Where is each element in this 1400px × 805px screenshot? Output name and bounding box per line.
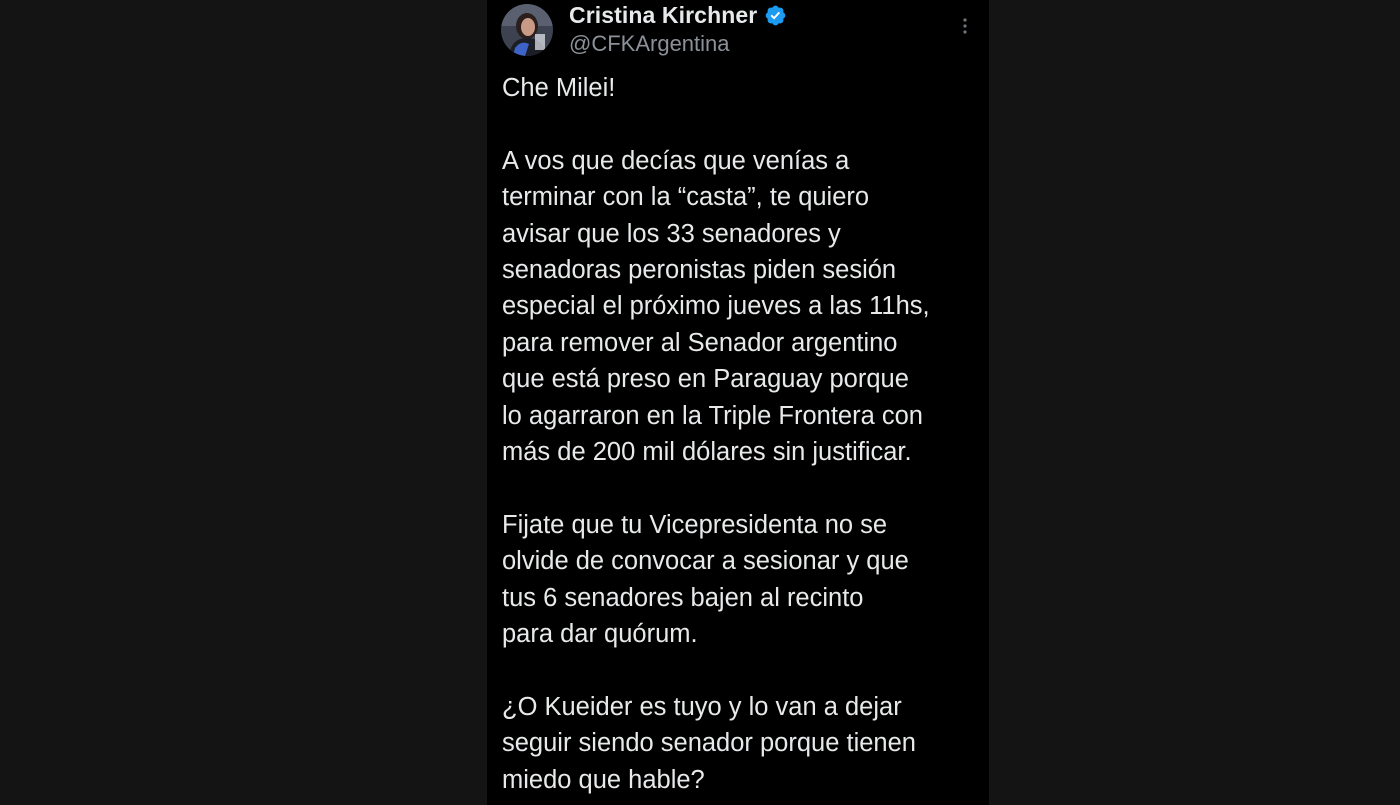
post-text-line: avisar que los 33 senadores y	[502, 219, 841, 248]
author-display-name[interactable]: Cristina Kirchner	[569, 2, 757, 29]
post-text-line: miedo que hable?	[502, 765, 705, 794]
more-options-icon[interactable]	[957, 14, 973, 38]
post-text-line: A vos que decías que venías a	[502, 146, 850, 175]
author-handle[interactable]: @CFKArgentina	[569, 31, 730, 57]
post-text-line: terminar con la “casta”, te quiero	[502, 183, 870, 212]
post-body: Che Milei! A vos que decías que venías a t…	[502, 70, 982, 805]
post-text-line: lo agarraron en la Triple Frontera con	[502, 401, 923, 430]
post-text-line: más de 200 mil dólares sin justificar.	[502, 438, 912, 467]
post-text-line: para remover al Senador argentino	[502, 328, 898, 357]
post-card: Cristina Kirchner @CFKArgentina Che Mile…	[487, 0, 989, 805]
post-text-line: seguir siendo senador porque tienen	[502, 729, 916, 758]
post-text-line: Fijate que tu Vicepresidenta no se	[502, 510, 888, 539]
post-paragraph: A vos que decías que venías a terminar co…	[502, 143, 982, 471]
post-text-line: Che Milei!	[502, 74, 616, 102]
post-text-line: tus 6 senadores bajen al recinto	[502, 583, 864, 612]
verified-badge-icon	[764, 4, 787, 27]
avatar[interactable]	[501, 4, 553, 56]
post-text-line: especial el próximo jueves a las 11hs,	[502, 292, 930, 321]
post-text-line: ¿O Kueider es tuyo y lo van a dejar	[502, 692, 902, 721]
post-text-line: olvide de convocar a sesionar y que	[502, 547, 909, 576]
screen: Cristina Kirchner @CFKArgentina Che Mile…	[0, 0, 1400, 805]
post-text-line: para dar quórum.	[502, 620, 698, 649]
post-paragraph: Che Milei!	[502, 70, 982, 106]
post-paragraph: ¿O Kueider es tuyo y lo van a dejar segui…	[502, 689, 982, 798]
author-name-row: Cristina Kirchner	[569, 1, 787, 29]
post-paragraph: Fijate que tu Vicepresidenta no se olvide…	[502, 507, 982, 653]
post-text-line: que está preso en Paraguay porque	[502, 365, 909, 394]
profile-photo-icon	[501, 4, 553, 56]
post-text-line: senadoras peronistas piden sesión	[502, 256, 897, 285]
